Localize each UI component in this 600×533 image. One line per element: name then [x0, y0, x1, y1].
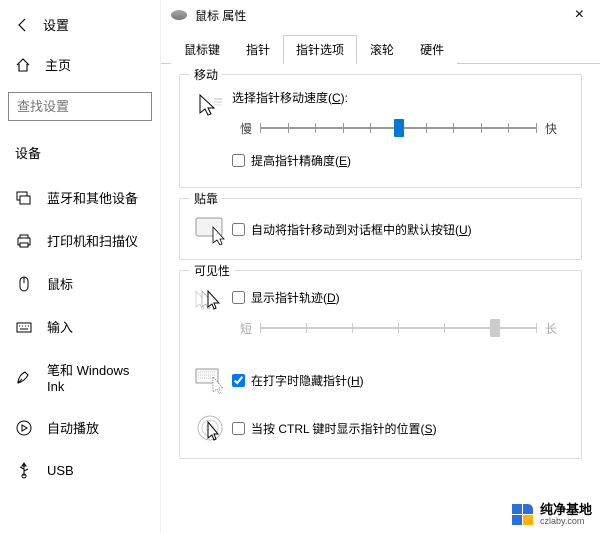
sidebar-item-bluetooth[interactable]: 蓝牙和其他设备: [0, 176, 160, 219]
bluetooth-icon: [15, 189, 33, 207]
mouse-properties-dialog: 鼠标 属性 × 鼠标键 指针 指针选项 滚轮 硬件 移动: [160, 0, 600, 533]
enhance-precision-input[interactable]: [232, 154, 245, 167]
settings-title: 设置: [43, 15, 69, 34]
sidebar-item-label: 笔和 Windows Ink: [47, 360, 145, 394]
sidebar-item-label: 鼠标: [47, 274, 73, 293]
usb-icon: [15, 461, 33, 479]
fast-label: 快: [537, 120, 565, 137]
pen-icon: [15, 368, 33, 386]
snap-checkbox[interactable]: 自动将指针移动到对话框中的默认按钮(U): [232, 221, 565, 238]
watermark: 纯净基地 czlaby.com: [512, 503, 592, 527]
tab-buttons[interactable]: 鼠标键: [171, 35, 233, 64]
search-input-container[interactable]: [8, 92, 152, 121]
close-icon[interactable]: ×: [569, 6, 590, 24]
settings-sidebar: 设置 主页 设备 蓝牙和其他设备 打印机和扫描仪: [0, 0, 160, 533]
trails-input[interactable]: [232, 291, 245, 304]
sidebar-item-label: USB: [47, 463, 74, 478]
speed-slider[interactable]: [260, 116, 537, 140]
tab-wheel[interactable]: 滚轮: [357, 35, 407, 64]
sidebar-section-label: 设备: [0, 139, 160, 166]
dialog-title-text: 鼠标 属性: [195, 7, 246, 24]
watermark-url: czlaby.com: [540, 517, 592, 527]
mouse-title-icon: [171, 10, 187, 20]
sidebar-item-printers[interactable]: 打印机和扫描仪: [0, 219, 160, 262]
motion-legend: 移动: [190, 66, 222, 83]
mouse-icon: [15, 275, 33, 293]
home-label: 主页: [45, 55, 71, 74]
sidebar-item-usb[interactable]: USB: [0, 449, 160, 491]
search-input[interactable]: [17, 99, 143, 114]
tab-hardware[interactable]: 硬件: [407, 35, 457, 64]
home-icon: [15, 57, 31, 73]
dialog-titlebar: 鼠标 属性 ×: [161, 0, 600, 30]
visibility-legend: 可见性: [190, 262, 234, 279]
watermark-logo-icon: [512, 504, 534, 526]
hide-typing-input[interactable]: [232, 374, 245, 387]
motion-cursor-icon: [192, 89, 232, 121]
dialog-tabs: 鼠标键 指针 指针选项 滚轮 硬件: [161, 34, 600, 64]
sidebar-item-label: 自动播放: [47, 418, 99, 437]
tab-pointers[interactable]: 指针: [233, 35, 283, 64]
snap-legend: 贴靠: [190, 190, 222, 207]
snap-icon: [192, 213, 232, 245]
sidebar-item-mouse[interactable]: 鼠标: [0, 262, 160, 305]
sidebar-item-label: 蓝牙和其他设备: [47, 188, 138, 207]
tab-pointer-options[interactable]: 指针选项: [283, 35, 357, 64]
speed-label: 选择指针移动速度(C):: [232, 89, 565, 106]
motion-group: 移动 选择指针移动速度(C): 慢: [179, 74, 582, 188]
watermark-name: 纯净基地: [540, 503, 592, 517]
trails-checkbox[interactable]: 显示指针轨迹(D): [232, 289, 565, 306]
sidebar-item-typing[interactable]: 输入: [0, 305, 160, 348]
visibility-group: 可见性 显示指针轨迹(D): [179, 270, 582, 459]
sidebar-item-autoplay[interactable]: 自动播放: [0, 406, 160, 449]
ctrl-locate-checkbox[interactable]: 当按 CTRL 键时显示指针的位置(S): [232, 420, 565, 437]
hide-typing-checkbox[interactable]: 在打字时隐藏指针(H): [232, 372, 565, 389]
keyboard-icon: [15, 318, 33, 336]
back-icon[interactable]: [15, 17, 31, 33]
snap-group: 贴靠 自动将指针移动到对话框中的默认按钮(U): [179, 198, 582, 260]
ctrl-locate-input[interactable]: [232, 422, 245, 435]
snap-input[interactable]: [232, 223, 245, 236]
sidebar-item-pen[interactable]: 笔和 Windows Ink: [0, 348, 160, 406]
trails-slider: [260, 316, 537, 340]
trails-icon: [192, 285, 232, 315]
sidebar-home[interactable]: 主页: [0, 47, 160, 82]
sidebar-item-label: 输入: [47, 317, 73, 336]
sidebar-item-label: 打印机和扫描仪: [47, 231, 138, 250]
printer-icon: [15, 232, 33, 250]
ctrl-locate-icon: [192, 410, 232, 444]
autoplay-icon: [15, 419, 33, 437]
slow-label: 慢: [232, 120, 260, 137]
short-label: 短: [232, 320, 260, 337]
enhance-precision-checkbox[interactable]: 提高指针精确度(E): [232, 152, 565, 169]
hide-typing-icon: [192, 364, 232, 394]
long-label: 长: [537, 320, 565, 337]
